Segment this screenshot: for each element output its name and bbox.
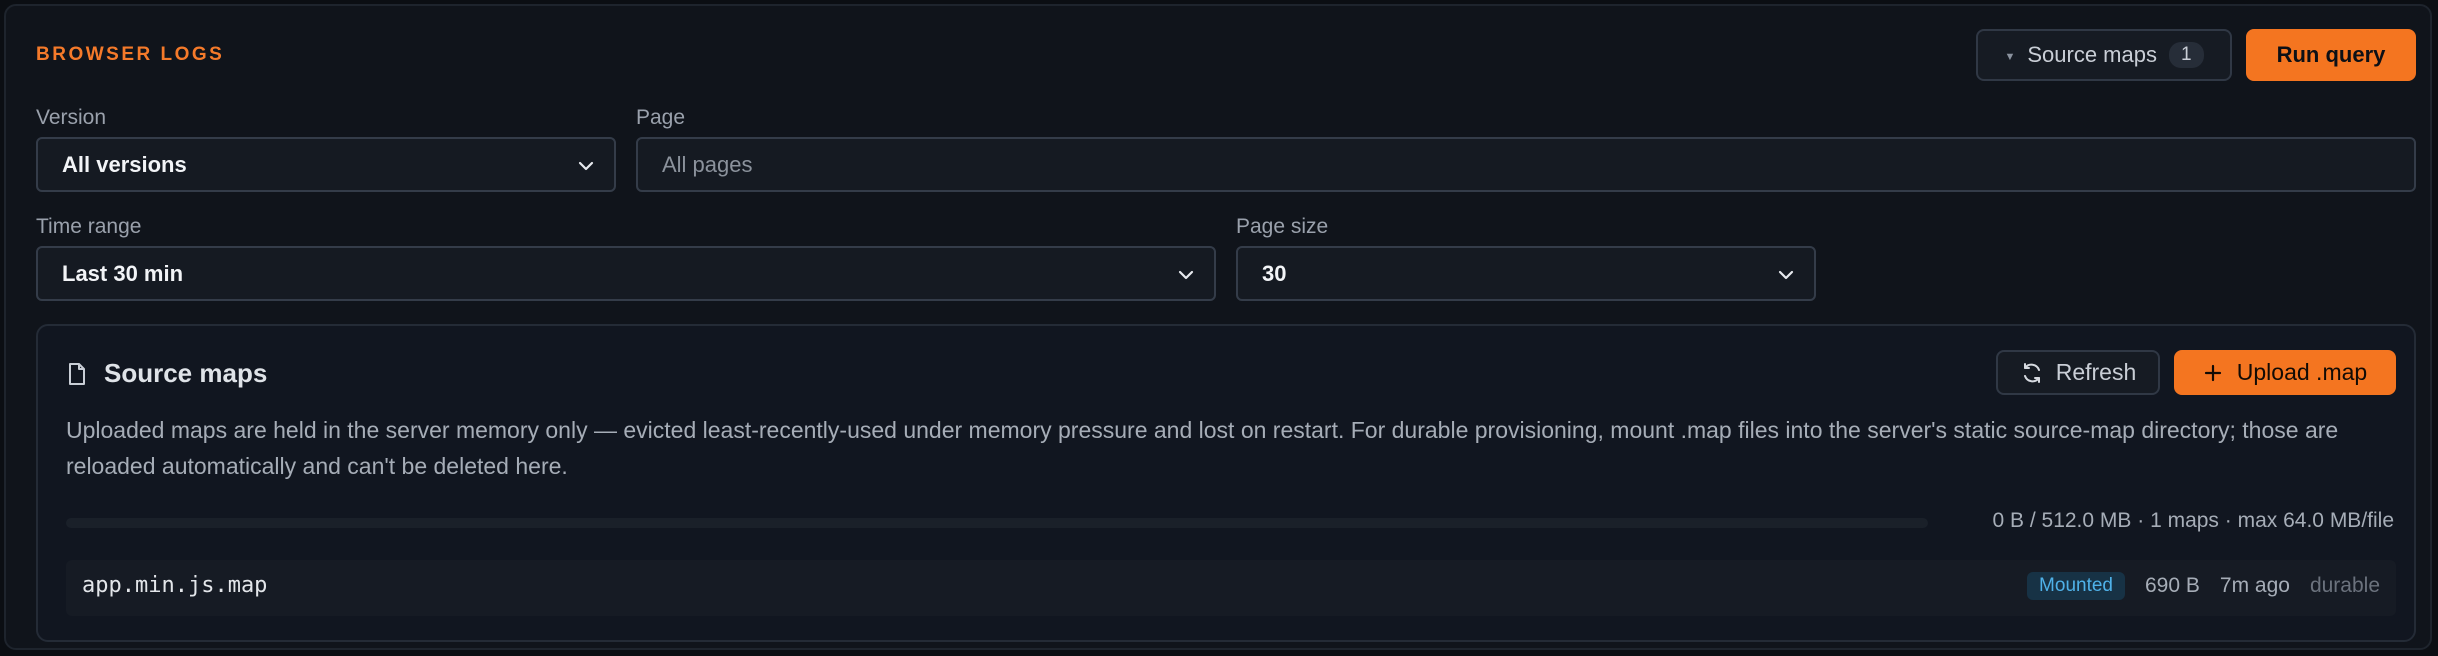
caret-down-icon: ▼ bbox=[2004, 50, 2016, 63]
status-badge: Mounted bbox=[2027, 572, 2125, 600]
run-query-button[interactable]: Run query bbox=[2246, 29, 2416, 81]
memory-quota-text: 0 B / 512.0 MB · 1 maps · max 64.0 MB/fi… bbox=[1992, 509, 2395, 532]
file-size: 690 B bbox=[2145, 574, 2200, 597]
page-input[interactable]: All pages bbox=[636, 137, 2416, 192]
version-label: Version bbox=[36, 106, 107, 129]
source-maps-toggle[interactable]: ▼ Source maps 1 bbox=[1976, 29, 2232, 81]
file-name: app.min.js.map bbox=[82, 573, 268, 598]
source-maps-title: Source maps bbox=[104, 358, 268, 388]
file-storage: durable bbox=[2309, 574, 2380, 597]
refresh-icon bbox=[2023, 362, 2040, 383]
plus-icon bbox=[2204, 364, 2221, 381]
list-item: app.min.js.map Mounted 690 B 7m ago dura… bbox=[66, 560, 2396, 616]
file-age: 7m ago bbox=[2219, 574, 2290, 597]
source-maps-panel: Source maps Refresh Upload .map Uploaded… bbox=[36, 324, 2416, 642]
version-select-value: All versions bbox=[62, 151, 187, 177]
source-maps-description: Uploaded maps are held in the server mem… bbox=[66, 417, 2339, 479]
source-maps-toggle-label: Source maps bbox=[2027, 42, 2157, 67]
chevron-down-icon bbox=[578, 161, 594, 171]
page-label: Page bbox=[636, 106, 686, 129]
file-icon bbox=[69, 363, 85, 385]
upload-map-button[interactable]: Upload .map bbox=[2174, 350, 2396, 395]
memory-quota-bar bbox=[66, 518, 1928, 528]
page-size-label: Page size bbox=[1236, 215, 1329, 238]
time-range-select[interactable]: Last 30 min bbox=[36, 246, 1216, 301]
version-select[interactable]: All versions bbox=[36, 137, 616, 192]
chevron-down-icon bbox=[1778, 270, 1794, 280]
page-size-select-value: 30 bbox=[1262, 260, 1287, 286]
file-meta: Mounted 690 B 7m ago durable bbox=[2027, 572, 2380, 600]
time-range-label: Time range bbox=[36, 215, 142, 238]
page-input-placeholder: All pages bbox=[662, 151, 753, 177]
panel-title: BROWSER LOGS bbox=[36, 44, 225, 65]
source-maps-count-badge: 1 bbox=[2168, 42, 2204, 68]
refresh-button[interactable]: Refresh bbox=[1996, 350, 2160, 395]
upload-map-button-label: Upload .map bbox=[2236, 359, 2368, 385]
refresh-button-label: Refresh bbox=[2055, 359, 2137, 385]
page-size-select[interactable]: 30 bbox=[1236, 246, 1816, 301]
chevron-down-icon bbox=[1178, 270, 1194, 280]
browser-logs-panel: BROWSER LOGS ▼ Source maps 1 Run query V… bbox=[4, 4, 2432, 650]
time-range-select-value: Last 30 min bbox=[62, 260, 184, 286]
